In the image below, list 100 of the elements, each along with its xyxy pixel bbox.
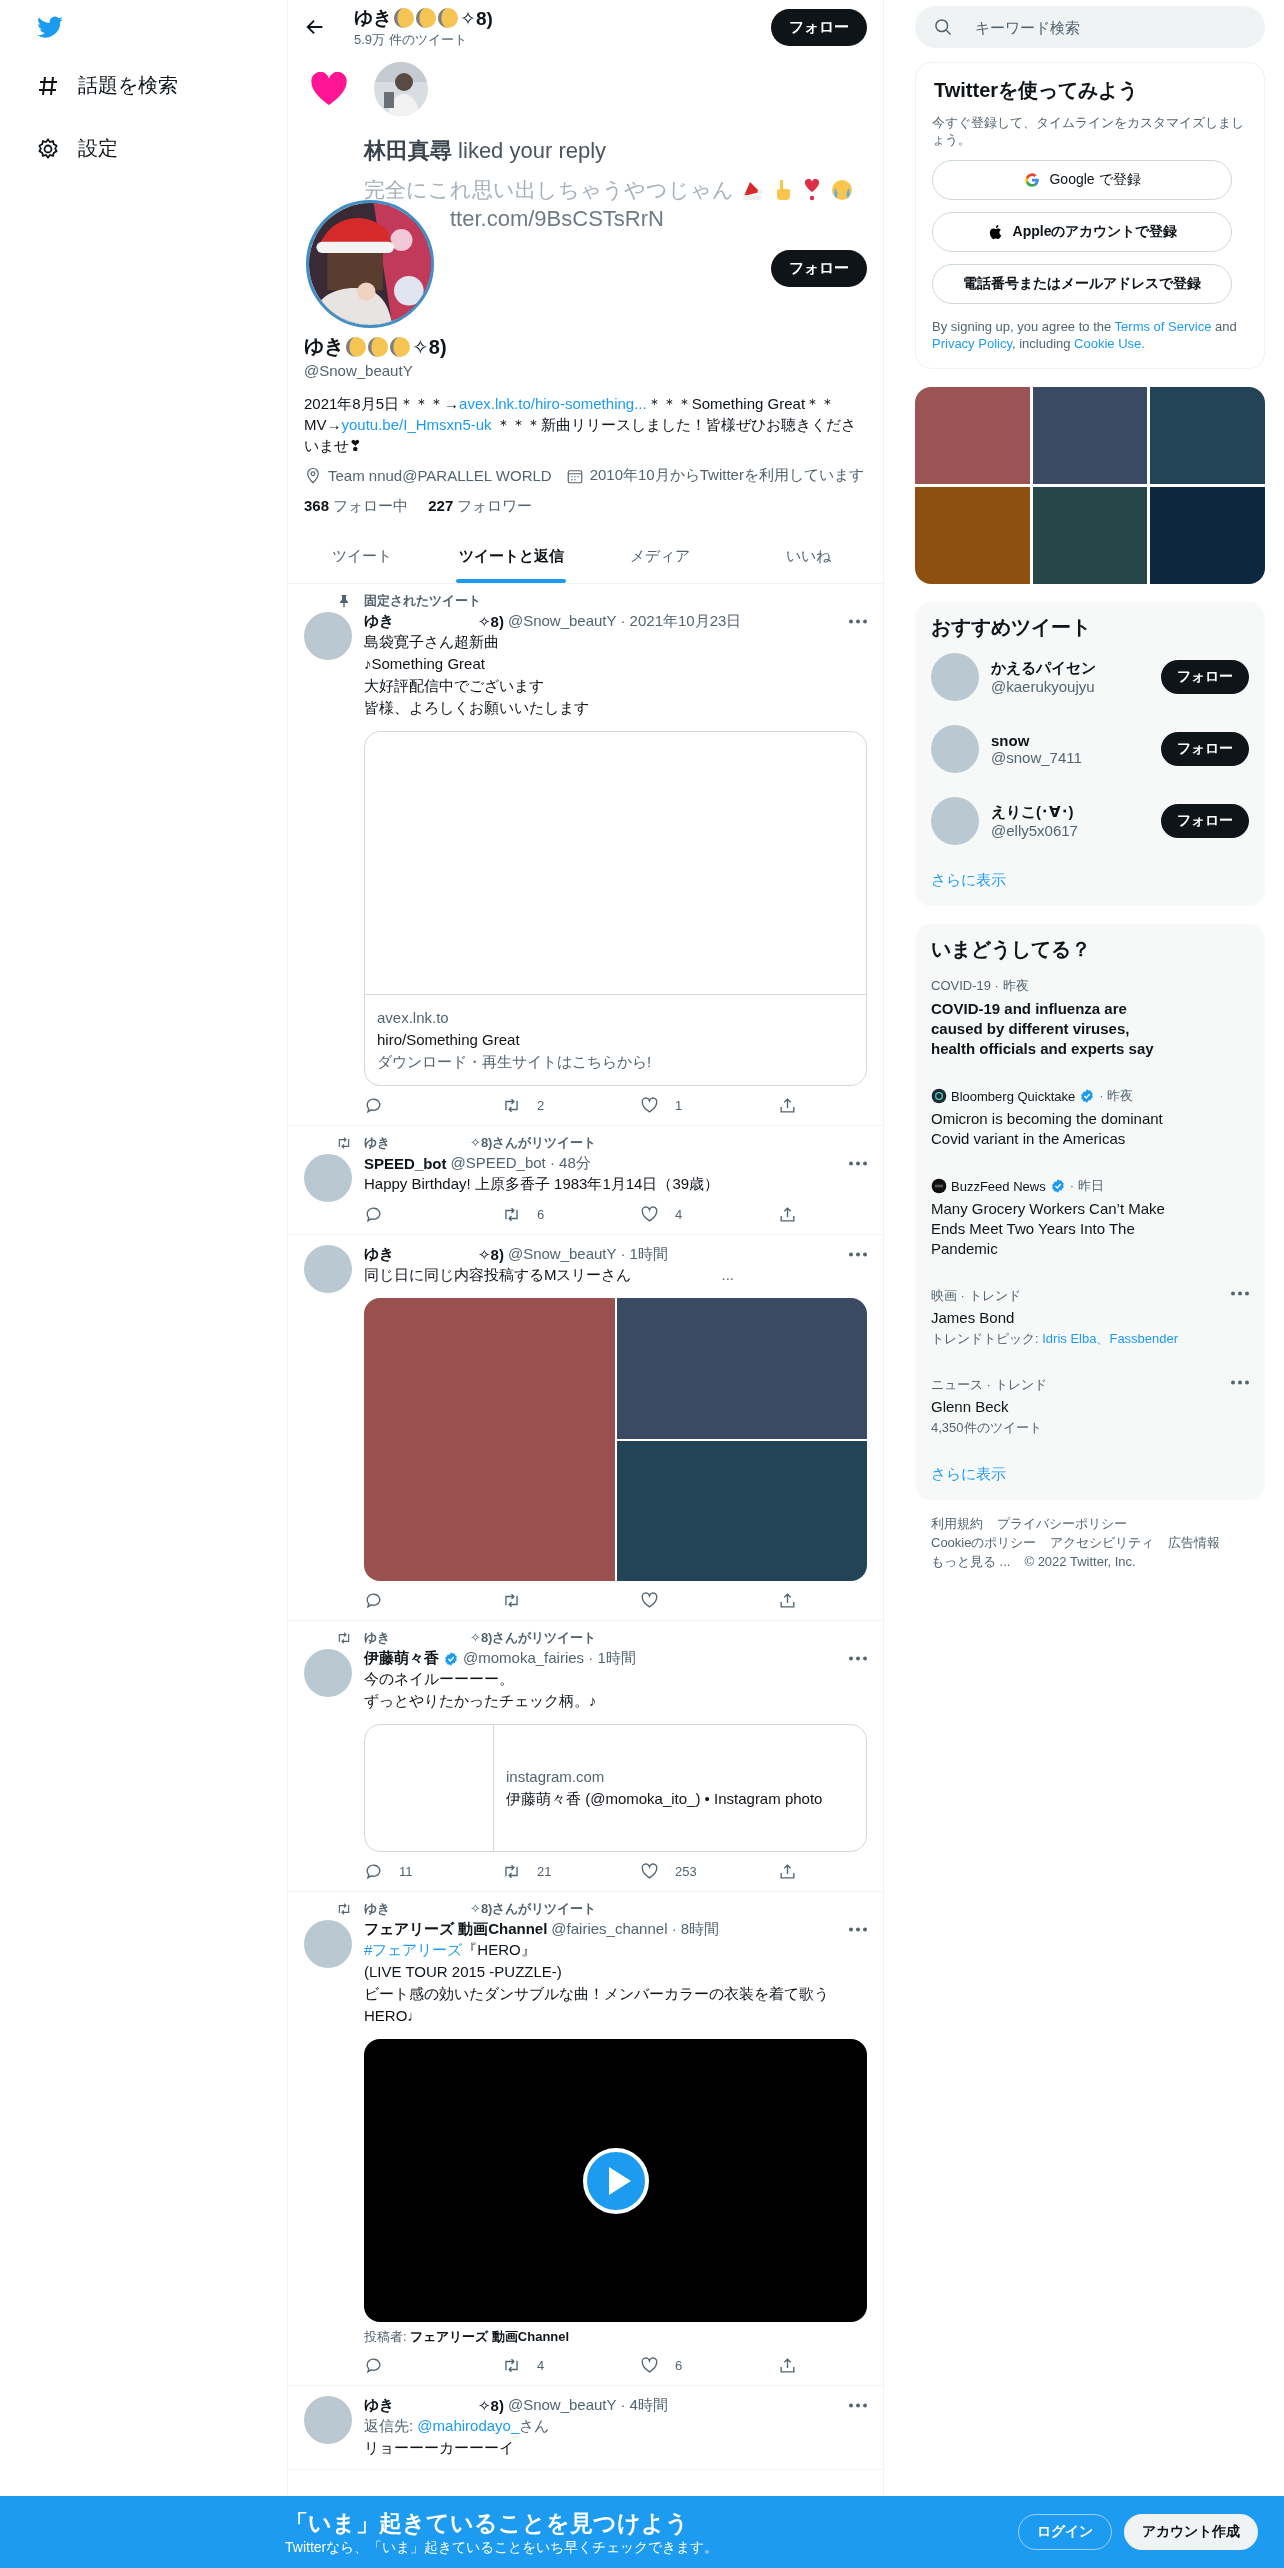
- more-icon: [849, 1252, 867, 1257]
- follow-button[interactable]: フォロー: [771, 250, 867, 287]
- trend-time: · 昨夜: [1099, 1087, 1134, 1105]
- user-name: ゆき: [304, 334, 344, 359]
- search-field[interactable]: キーワード検索: [915, 6, 1265, 48]
- media-thumbnail[interactable]: [1150, 487, 1265, 584]
- panel-title: おすすめツイート: [930, 615, 1092, 640]
- tweet-meta: @fairies_channel · 8時間: [551, 1920, 720, 1939]
- like-count: 253: [675, 1864, 697, 1879]
- profile-tab[interactable]: ツイート: [288, 530, 437, 583]
- play-icon: [581, 2146, 650, 2215]
- trend-item[interactable]: COVID-19 · 昨夜 COVID-19 and influenza are caused by different viruses, health officials and experts say: [915, 963, 1265, 1073]
- signup-button[interactable]: アカウント作成: [1124, 2514, 1258, 2550]
- trend-headline: Omicron is becoming the dominant Covid variant in the Americas: [931, 1109, 1164, 1149]
- like-icon: [640, 1205, 659, 1224]
- tweet-text: 同じ日に同じ内容投稿するMスリーさん: [364, 1266, 632, 1283]
- avatar[interactable]: [304, 1649, 352, 1697]
- retweet-icon: [502, 1205, 521, 1224]
- signup-button[interactable]: 電話番号またはメールアドレスで登録: [932, 264, 1232, 304]
- trend-topics: トレンドトピック: Idris Elba、Fassbender: [931, 1331, 1179, 1346]
- video-player[interactable]: [364, 2039, 867, 2322]
- follow-stat[interactable]: 368 フォロー中: [304, 497, 409, 516]
- media-thumbnail[interactable]: [1032, 487, 1148, 584]
- user-name: ✧8): [460, 6, 493, 30]
- follow-button[interactable]: フォロー: [1161, 660, 1249, 694]
- avatar[interactable]: [304, 1920, 352, 1968]
- moon-icon: [346, 336, 366, 357]
- photo-placeholder[interactable]: [616, 1298, 867, 1439]
- avatar[interactable]: [931, 797, 979, 845]
- follow-button[interactable]: フォロー: [1161, 804, 1249, 838]
- user-name: snow: [991, 732, 1031, 749]
- profile-location: Team nnud@PARALLEL WORLD: [328, 467, 552, 484]
- media-thumbnail[interactable]: [1032, 387, 1148, 484]
- profile-tab[interactable]: ツイートと返信: [436, 530, 586, 583]
- location-icon: [304, 466, 322, 485]
- media-thumbnail[interactable]: [915, 487, 1030, 584]
- link-card[interactable]: instagram.com 伊藤萌々香 (@momoka_ito_) • Instagram photo: [364, 1724, 867, 1852]
- follow-button[interactable]: フォロー: [771, 8, 867, 46]
- search-icon: [933, 17, 953, 37]
- trend-item[interactable]: ニュース · トレンド Glenn Beck 4,350件のツイート: [915, 1362, 1265, 1451]
- footer-link[interactable]: © 2022 Twitter, Inc.: [1024, 1552, 1136, 1571]
- user-name: ✧8): [478, 1245, 504, 1264]
- banner-subtitle: Twitterなら、「いま」起きていることをいち早くチェックできます。: [285, 2538, 719, 2557]
- reply-icon: [364, 1591, 383, 1610]
- tweet-text: 島袋寛子さん超新曲: [364, 633, 499, 650]
- avatar[interactable]: [304, 1245, 352, 1293]
- signup-button[interactable]: Google で登録: [932, 160, 1232, 200]
- share-icon: [778, 1591, 797, 1610]
- footer-link[interactable]: 広告情報: [1168, 1533, 1221, 1552]
- card-domain: avex.lnk.to: [377, 1008, 450, 1028]
- more-icon: [1231, 1380, 1249, 1385]
- retweet-count: 6: [537, 1207, 545, 1222]
- link-card[interactable]: avex.lnk.to hiro/Something Great ダウンロード・再生サイトはこちらから!: [364, 731, 867, 1086]
- avatar[interactable]: [304, 2396, 352, 2444]
- user-name: 伊藤萌々香: [364, 1649, 439, 1668]
- banner-title: 「いま」起きていることを見つけよう: [285, 2508, 690, 2538]
- nav-item[interactable]: 話題を検索: [36, 68, 178, 103]
- tweet-meta: @Snow_beautY · 4時間: [507, 2396, 668, 2415]
- photo-placeholder[interactable]: [364, 1298, 615, 1581]
- media-thumbnail[interactable]: [1150, 387, 1265, 484]
- google-icon: [1023, 171, 1042, 189]
- profile-tab[interactable]: いいね: [734, 530, 883, 583]
- footer-link[interactable]: もっと見る ...: [931, 1552, 1011, 1571]
- media-thumbnail[interactable]: [915, 387, 1030, 484]
- trend-item[interactable]: BuzzFeed News · 昨日 Many Grocery Workers Can’t Make Ends Meet Two Years Into The Pandemic: [915, 1163, 1265, 1273]
- retweet-count: 2: [537, 1098, 545, 1113]
- retweet-label: ✧8)さんがリツイート: [470, 1629, 597, 1647]
- reply-icon: [364, 1096, 383, 1115]
- trend-item[interactable]: Bloomberg Quicktake · 昨夜 Omicron is becoming the dominant Covid variant in the Americas: [915, 1073, 1265, 1163]
- trend-item[interactable]: 映画 · トレンド James Bond トレンドトピック: Idris Elba、Fassbender: [915, 1273, 1265, 1362]
- card-description: ダウンロード・再生サイトはこちらから!: [377, 1052, 653, 1072]
- photo-placeholder[interactable]: [616, 1440, 867, 1581]
- bird-logo[interactable]: [36, 16, 64, 40]
- trend-title: James Bond: [931, 1309, 1016, 1326]
- avatar[interactable]: [931, 653, 979, 701]
- profile-tab[interactable]: メディア: [585, 530, 735, 583]
- follow-button[interactable]: フォロー: [1161, 732, 1249, 766]
- tweet-text: リョーーーカーーーイ: [364, 2439, 514, 2456]
- more-icon: [1231, 1291, 1249, 1296]
- footer-link[interactable]: Cookieのポリシー: [931, 1533, 1037, 1552]
- tweet-text: 大好評配信中でございます: [364, 677, 544, 694]
- tweet-text: Happy Birthday! 上原多香子 1983年1月14日（39歳）: [364, 1175, 720, 1192]
- avatar[interactable]: [304, 1154, 352, 1202]
- tweet-count: 4,350件のツイート: [931, 1419, 1043, 1437]
- avatar[interactable]: [304, 612, 352, 660]
- follow-stat[interactable]: 227 フォロワー: [428, 497, 533, 516]
- footer-link[interactable]: アクセシビリティ: [1050, 1533, 1155, 1552]
- trend-headline: Many Grocery Workers Can’t Make Ends Meet Two Years Into The Pandemic: [931, 1199, 1166, 1259]
- trend-context: ニュース · トレンド: [931, 1376, 1047, 1394]
- signup-button[interactable]: Appleのアカウントで登録: [932, 212, 1232, 252]
- tweet-meta: @Snow_beautY · 1時間: [507, 1245, 668, 1264]
- footer-link[interactable]: プライバシーポリシー: [997, 1514, 1127, 1533]
- heart-icon: [310, 72, 348, 106]
- nav-item[interactable]: 設定: [36, 131, 118, 166]
- user-name: ✧8): [412, 334, 447, 359]
- user-handle: @snow_7411: [991, 749, 1082, 766]
- retweet-label: ゆき: [364, 1134, 390, 1152]
- avatar[interactable]: [931, 725, 979, 773]
- footer-link[interactable]: 利用規約: [931, 1514, 983, 1533]
- card-domain: instagram.com: [506, 1767, 606, 1787]
